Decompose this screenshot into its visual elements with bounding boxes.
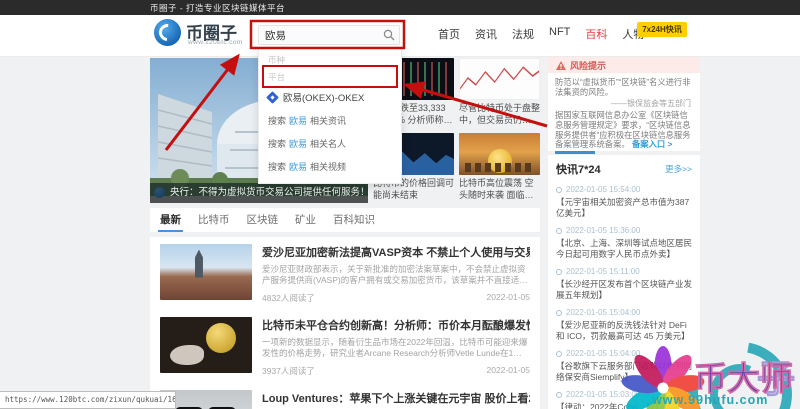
- search-icon[interactable]: [382, 29, 396, 42]
- news-card-caption: 尽管比特币处于盘整中，但交易员仍看涨后市: [459, 103, 540, 125]
- link-preview-statusbar: https://www.120btc.com/zixun/qukuai/1657…: [0, 391, 176, 409]
- nav-item[interactable]: 资讯: [475, 26, 497, 42]
- flash-news-item[interactable]: 2022-01-05 15:36:00 【北京、上海、深圳等试点地区居民今日起可…: [556, 226, 692, 259]
- search-suggestion[interactable]: 搜索 欧易 相关名人: [259, 132, 401, 155]
- article-date: 2022-01-05: [486, 365, 530, 375]
- site-logo-icon[interactable]: [154, 19, 181, 46]
- article-row[interactable]: 比特币未平仓合约创新高！分析师：币价本月酝酿爆发性走势 一项新的数据显示，随着衍…: [150, 310, 540, 383]
- article-row[interactable]: Loup Ventures：苹果下个上涨关键在元宇宙 股价上看250美元 风投公…: [150, 383, 540, 409]
- search-input[interactable]: [259, 27, 371, 44]
- flash-timestamp: 2022-01-05 15:36:00: [556, 226, 692, 235]
- browser-page: 币圈子 - 打造专业区块链媒体平台 币圈子 www.120btc.com 首页 …: [0, 0, 800, 409]
- search-suggestion[interactable]: 搜索 欧易 相关资讯: [259, 109, 401, 132]
- flash-text: 【元宇宙相关加密资产总市值为387亿美元】: [556, 197, 690, 218]
- article-thumbnail: [160, 317, 252, 373]
- flash-panel-title: 快讯7*24: [556, 164, 601, 176]
- dropdown-suggestions: 搜索 欧易 相关资讯 搜索 欧易 相关名人 搜索 欧易 相关视频: [259, 109, 401, 178]
- flash-news-item[interactable]: 2022-01-05 15:54:00 【元宇宙相关加密资产总市值为387亿美元…: [556, 185, 692, 218]
- article-title[interactable]: Loup Ventures：苹果下个上涨关键在元宇宙 股价上看250美元: [262, 390, 530, 406]
- flash-news-list: 2022-01-05 15:54:00 【元宇宙相关加密资产总市值为387亿美元…: [556, 185, 692, 409]
- article-title[interactable]: 比特币未平仓合约创新高！分析师：币价本月酝酿爆发性走势: [262, 317, 530, 333]
- flash-news-item[interactable]: 2022-01-05 15:04:00 【爱沙尼亚新的反洗钱法针对 DeFi 和…: [556, 308, 692, 341]
- warning-icon: [556, 60, 566, 70]
- main-nav: 首页 资讯 法规 NFT 百科 人物: [438, 26, 644, 42]
- okex-icon: [266, 90, 279, 104]
- risk-notice-header: 风险提示: [548, 57, 700, 73]
- article-list: 爱沙尼亚加密新法提高VASP资本 不禁止个人使用与交易加密币 爱沙尼亚财政部表示…: [150, 237, 540, 409]
- news-card-caption: 比特币高位震荡 空头随时来袭 面临严峻考验: [459, 178, 534, 200]
- article-summary: 一项新的数据显示，随着衍生品市场在2022年回温，比特币可能迎来爆发性的价格走势…: [262, 337, 528, 358]
- watermark-text: 币大师: [694, 360, 793, 397]
- flash-news-item[interactable]: 2022-01-05 15:04:00 【谷歌旗下云服务部门收购以色列网络保安商…: [556, 349, 692, 382]
- flash-news-item[interactable]: 2022-01-05 15:03:00 【律动：2022年Cobo…款】: [556, 390, 692, 409]
- clock-icon: [556, 268, 562, 275]
- hero-caption: 央行：不得为虚拟货币交易公司提供任何服务！一软件公司被…: [150, 183, 368, 203]
- flash-text: 【爱沙尼亚新的反洗钱法针对 DeFi 和 ICO，罚款最高可达 45 万美元】: [556, 320, 690, 341]
- clock-icon: [556, 309, 562, 316]
- flash-text: 【长沙经开区发布首个区块链产业发展五年规划】: [556, 279, 693, 300]
- article-date: 2022-01-05: [486, 292, 530, 302]
- article-row[interactable]: 爱沙尼亚加密新法提高VASP资本 不禁止个人使用与交易加密币 爱沙尼亚财政部表示…: [150, 237, 540, 310]
- tab[interactable]: 比特币: [198, 208, 230, 232]
- clock-icon: [556, 186, 562, 193]
- flash-text: 【北京、上海、深圳等试点地区居民今日起可用数字人民币点外卖】: [556, 238, 693, 259]
- article-thumbnail: [160, 244, 252, 300]
- search-dropdown: 币种 平台 欧易(OKEX)-OKEX 搜索 欧易 相关资讯 搜索 欧易 相关名人 搜索…: [258, 47, 402, 184]
- flash-timestamp: 2022-01-05 15:04:00: [556, 308, 692, 317]
- flash-panel-accent: [555, 151, 595, 154]
- article-views: 3937人阅读了: [262, 366, 315, 376]
- dropdown-result-label: 欧易(OKEX)-OKEX: [283, 93, 365, 104]
- news-card-image: [459, 133, 540, 175]
- search-box[interactable]: [258, 25, 400, 45]
- flash-text: 【律动：2022年Cobo…款】: [556, 402, 664, 409]
- site-topbar: 币圈子 - 打造专业区块链媒体平台: [0, 0, 800, 15]
- clock-icon: [556, 227, 562, 234]
- flash-timestamp: 2022-01-05 15:04:00: [556, 349, 692, 358]
- nav-item[interactable]: 法规: [512, 26, 534, 42]
- risk-notice-text: 防范以“虚拟货币”“区块链”名义进行非法集资的风险。: [555, 77, 691, 97]
- risk-notice-body: 防范以“虚拟货币”“区块链”名义进行非法集资的风险。 ——银保监会等五部门 据国…: [548, 73, 700, 151]
- flash-news-item[interactable]: 2022-01-05 15:11:00 【长沙经开区发布首个区块链产业发展五年规…: [556, 267, 692, 300]
- article-title[interactable]: 爱沙尼亚加密新法提高VASP资本 不禁止个人使用与交易加密币: [262, 244, 530, 260]
- dropdown-group-platform: 平台: [268, 72, 286, 82]
- flash-timestamp: 2022-01-05 15:11:00: [556, 267, 692, 276]
- dropdown-group-coin: 币种: [268, 55, 286, 65]
- site-logo-url: www.120btc.com: [188, 39, 243, 46]
- flash-text: 【谷歌旗下云服务部门收购以色列网络保安商Siemplify】: [556, 361, 693, 382]
- article-tabs: 最新 比特币 区块链 矿业 百科知识: [150, 208, 540, 233]
- tab[interactable]: 矿业: [295, 208, 316, 232]
- article-summary: 爱沙尼亚财政部表示，关于新批准的加密法案草案中，不会禁止虚拟资产服务提供商(VA…: [262, 264, 528, 285]
- risk-notice-source: ——银保监会等五部门: [611, 98, 691, 108]
- flash-timestamp: 2022-01-05 15:03:00: [556, 390, 692, 399]
- tab[interactable]: 最新: [158, 208, 183, 232]
- nav-item[interactable]: 百科: [585, 26, 607, 42]
- flash-news-button[interactable]: 7x24H快讯: [637, 22, 687, 37]
- watermark-ghost-char: 子: [757, 359, 795, 401]
- risk-notice-title: 风险提示: [570, 60, 607, 71]
- filing-entry-link[interactable]: 备案入口 >: [632, 139, 672, 149]
- clock-icon: [556, 391, 562, 398]
- flash-news-panel: 快讯7*24 更多>> 2022-01-05 15:54:00 【元宇宙相关加密…: [548, 155, 700, 409]
- nav-item[interactable]: 首页: [438, 26, 460, 42]
- clock-icon: [556, 350, 562, 357]
- flash-timestamp: 2022-01-05 15:54:00: [556, 185, 692, 194]
- site-slogan: 币圈子 - 打造专业区块链媒体平台: [150, 3, 286, 13]
- dropdown-result-okex[interactable]: 欧易(OKEX)-OKEX: [259, 85, 401, 109]
- flash-more-link[interactable]: 更多>>: [665, 163, 692, 175]
- news-card-image: [459, 58, 540, 100]
- tab[interactable]: 百科知识: [333, 208, 375, 232]
- news-card[interactable]: 尽管比特币处于盘整中，但交易员仍看涨后市: [459, 58, 540, 126]
- search-suggestion[interactable]: 搜索 欧易 相关视频: [259, 155, 401, 178]
- tab[interactable]: 区块链: [247, 208, 279, 232]
- article-views: 4832人阅读了: [262, 293, 315, 303]
- news-card[interactable]: 比特币高位震荡 空头随时来袭 面临严峻考验: [459, 133, 540, 201]
- nav-item[interactable]: NFT: [549, 26, 570, 42]
